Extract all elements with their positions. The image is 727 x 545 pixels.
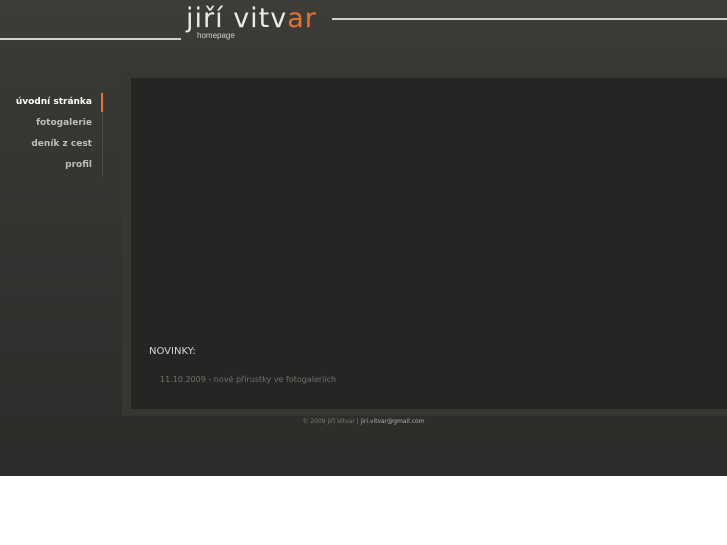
main-navigation: úvodní stránka fotogalerie deník z cest … xyxy=(0,92,103,177)
header-line-left xyxy=(0,38,181,40)
nav-item-home[interactable]: úvodní stránka xyxy=(0,92,103,113)
footer-copyright: © 2009 Jiří Vitvar | xyxy=(302,418,361,425)
header-line-right xyxy=(332,18,727,20)
logo-main: jiří vitv xyxy=(186,3,288,34)
content-panel: NOVINKY: 11.10.2009 - nové přírustky ve … xyxy=(131,78,727,409)
page-background: jiří vitvar homepage úvodní stránka foto… xyxy=(0,0,727,476)
news-heading: NOVINKY: xyxy=(149,346,196,357)
nav-item-travel-diary[interactable]: deník z cest xyxy=(0,134,103,155)
footer-email-link[interactable]: jiri.vitvar@gmail.com xyxy=(361,418,425,425)
nav-item-profile[interactable]: profil xyxy=(0,155,103,176)
footer: © 2009 Jiří Vitvar | jiri.vitvar@gmail.c… xyxy=(0,418,727,425)
site-logo[interactable]: jiří vitvar homepage xyxy=(186,2,336,42)
logo-accent: ar xyxy=(287,3,317,34)
news-item: 11.10.2009 - nové přírustky ve fotogaler… xyxy=(160,375,337,384)
logo-subtitle: homepage xyxy=(197,31,235,40)
nav-item-gallery[interactable]: fotogalerie xyxy=(0,113,103,134)
